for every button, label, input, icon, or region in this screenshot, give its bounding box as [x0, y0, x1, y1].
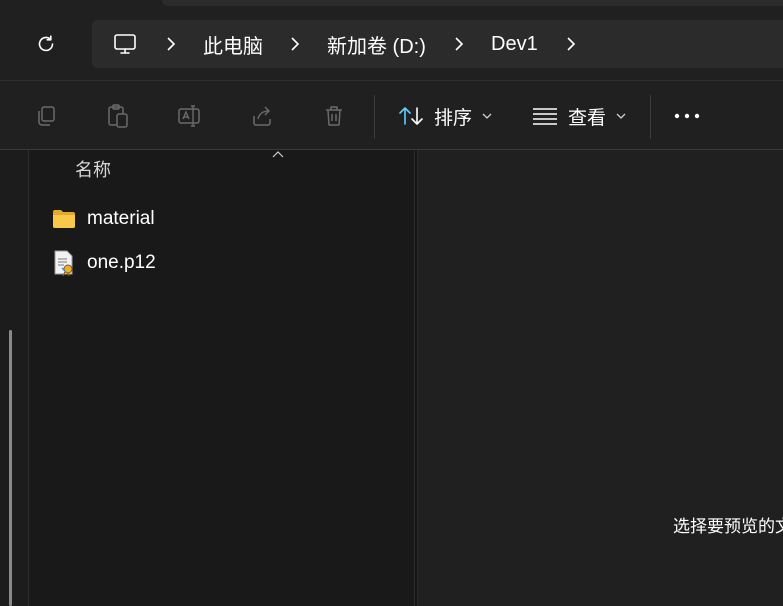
breadcrumb-item-this-pc[interactable]: 此电脑	[203, 20, 263, 68]
share-icon	[253, 106, 271, 126]
this-pc-icon[interactable]	[112, 31, 138, 62]
more-options-button[interactable]	[674, 103, 700, 129]
view-list-icon	[533, 108, 557, 125]
breadcrumb-item-dev1[interactable]: Dev1	[491, 20, 538, 68]
breadcrumb: 此电脑 新加卷 (D:) Dev1	[92, 20, 783, 68]
refresh-button[interactable]	[30, 28, 62, 60]
rename-icon	[178, 105, 200, 127]
toolbar-divider	[650, 95, 651, 139]
more-icon	[674, 113, 700, 119]
folder-icon	[51, 206, 77, 232]
sort-icon	[399, 107, 423, 125]
command-bar: 排序 查看	[0, 80, 783, 150]
trash-icon	[326, 106, 342, 126]
column-header-name[interactable]: 名称	[75, 156, 111, 182]
file-row-material[interactable]: material	[51, 201, 391, 237]
sort-ascending-caret-icon	[272, 151, 284, 158]
chevron-down-icon	[482, 113, 492, 119]
navigation-pane	[0, 150, 29, 606]
view-button[interactable]: 查看	[532, 99, 626, 133]
chevron-right-icon[interactable]	[286, 35, 304, 53]
paste-icon	[108, 104, 128, 128]
chevron-right-icon[interactable]	[562, 35, 580, 53]
refresh-icon	[38, 35, 54, 52]
file-list: 名称 material one.p12	[29, 150, 414, 606]
copy-button[interactable]	[33, 103, 59, 129]
chevron-down-icon	[616, 113, 626, 119]
file-name: material	[87, 208, 155, 229]
breadcrumb-item-drive-d[interactable]: 新加卷 (D:)	[327, 20, 426, 68]
certificate-file-icon	[51, 250, 77, 276]
address-row: 此电脑 新加卷 (D:) Dev1	[0, 8, 783, 80]
copy-icon	[38, 106, 55, 126]
preview-pane: 选择要预览的文件。	[418, 150, 783, 606]
rename-button[interactable]	[177, 103, 203, 129]
chevron-right-icon[interactable]	[450, 35, 468, 53]
delete-button[interactable]	[321, 103, 347, 129]
file-row-one-p12[interactable]: one.p12	[51, 245, 391, 281]
file-name: one.p12	[87, 252, 156, 273]
title-bar	[0, 0, 783, 8]
tab-edge	[162, 0, 783, 6]
view-label: 查看	[568, 107, 607, 129]
chevron-right-icon[interactable]	[162, 35, 180, 53]
toolbar-divider	[374, 95, 375, 139]
paste-button[interactable]	[105, 103, 131, 129]
preview-empty-message: 选择要预览的文件。	[673, 517, 783, 536]
sort-button[interactable]: 排序	[398, 99, 492, 133]
nav-scrollbar[interactable]	[9, 330, 12, 606]
sort-label: 排序	[434, 107, 473, 129]
share-button[interactable]	[249, 103, 275, 129]
